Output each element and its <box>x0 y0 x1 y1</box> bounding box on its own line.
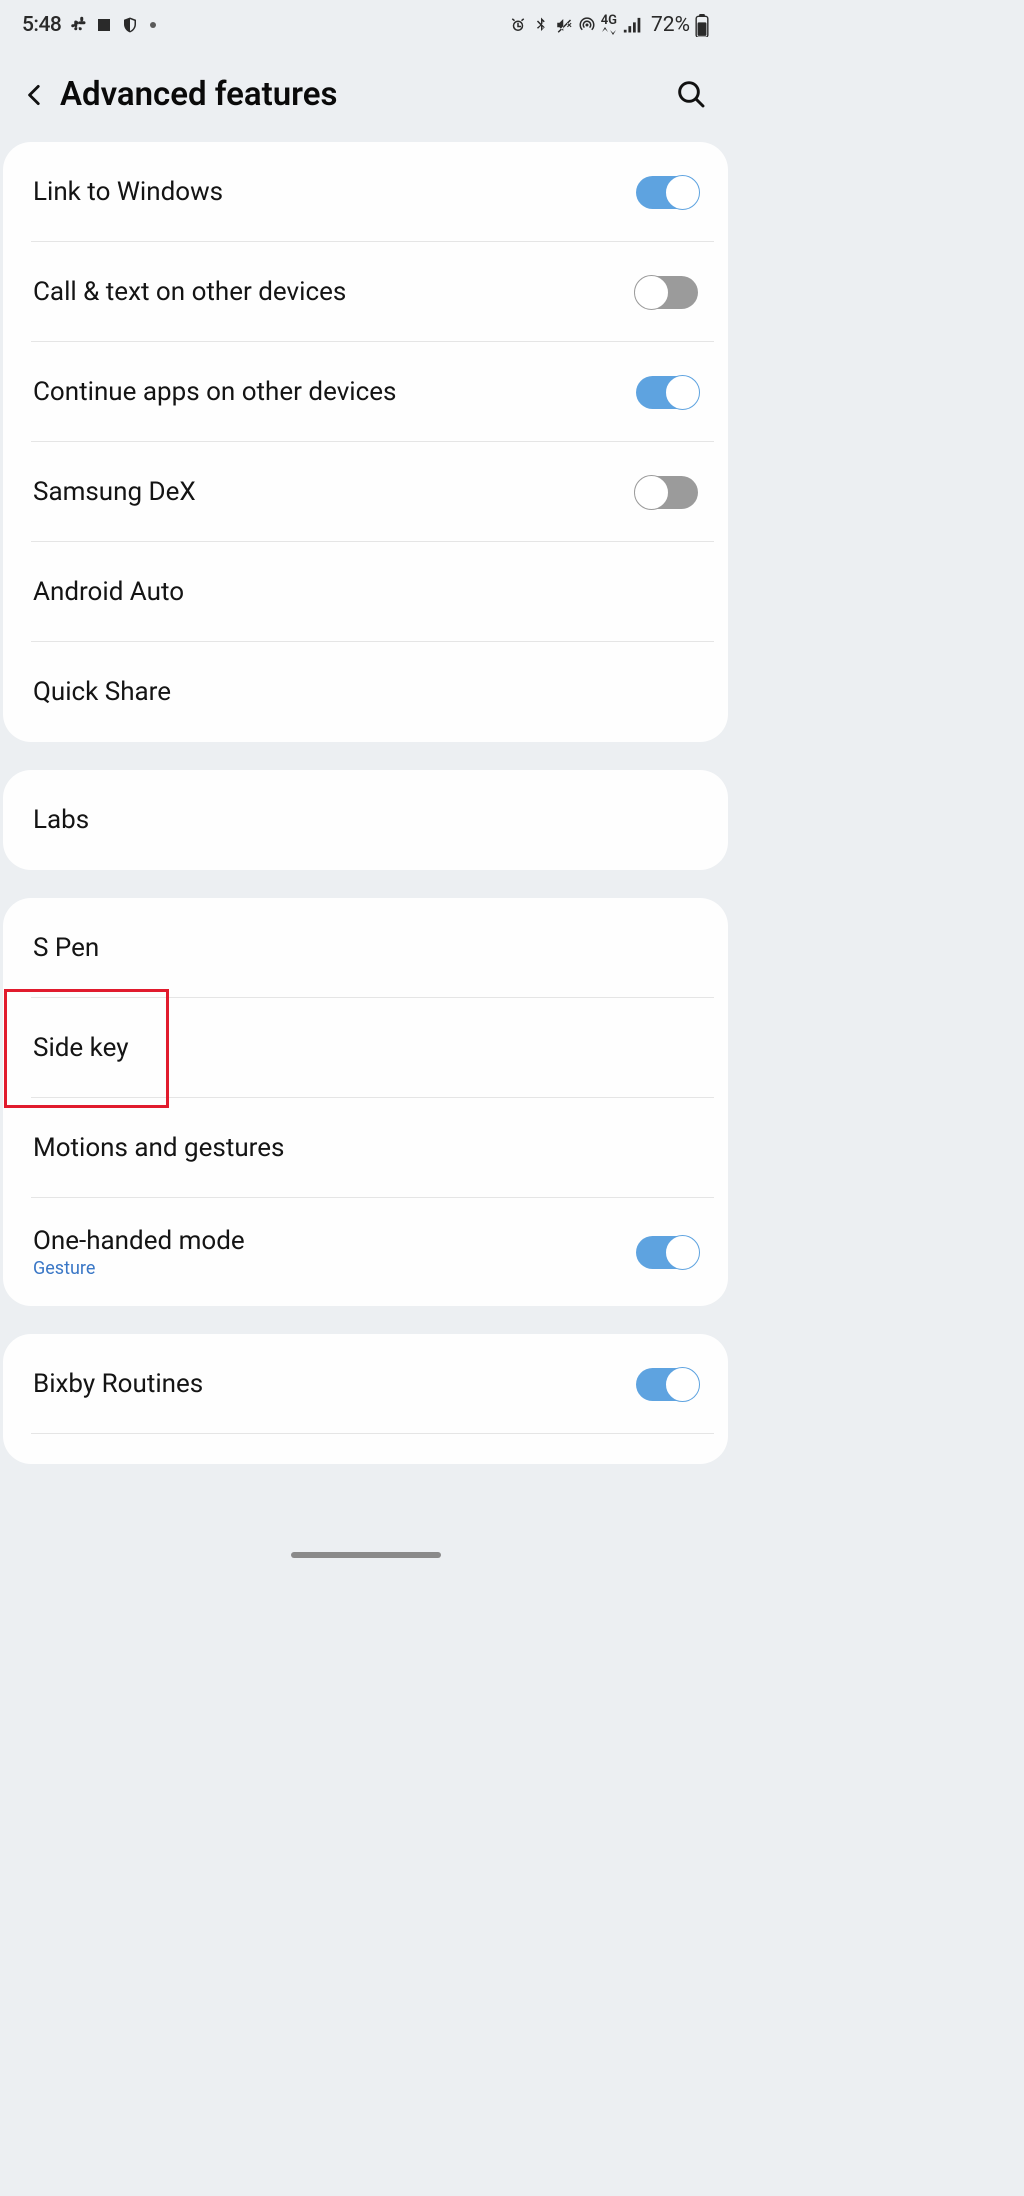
settings-group: Labs <box>3 770 728 870</box>
page-header: Advanced features <box>0 45 731 142</box>
setting-label: Bixby Routines <box>33 1369 203 1399</box>
toggle-switch[interactable] <box>636 1236 698 1269</box>
setting-samsung-dex[interactable]: Samsung DeX <box>3 442 728 542</box>
settings-group: Link to Windows Call & text on other dev… <box>3 142 728 742</box>
toggle-switch[interactable] <box>636 476 698 509</box>
toggle-switch[interactable] <box>636 376 698 409</box>
setting-side-key[interactable]: Side key <box>3 998 728 1098</box>
status-time: 5:48 <box>22 13 61 37</box>
setting-label: Side key <box>33 1033 129 1063</box>
mute-icon <box>555 16 573 34</box>
setting-android-auto[interactable]: Android Auto <box>3 542 728 642</box>
battery-icon <box>695 14 709 36</box>
setting-link-to-windows[interactable]: Link to Windows <box>3 142 728 242</box>
setting-sublabel: Gesture <box>33 1258 245 1279</box>
setting-quick-share[interactable]: Quick Share <box>3 642 728 742</box>
toggle-switch[interactable] <box>636 176 698 209</box>
image-icon <box>95 16 113 34</box>
setting-label: Android Auto <box>33 577 184 607</box>
setting-bixby-routines[interactable]: Bixby Routines <box>3 1334 728 1434</box>
signal-icon <box>622 16 644 34</box>
shield-icon <box>121 16 139 34</box>
status-left: 5:48 <box>22 13 159 37</box>
status-bar: 5:48 4G 72% <box>0 0 731 45</box>
settings-group: S Pen Side key Motions and gestures One-… <box>3 898 728 1306</box>
bluetooth-icon <box>532 16 550 34</box>
dot-separator <box>150 22 156 28</box>
toggle-switch[interactable] <box>636 276 698 309</box>
setting-labs[interactable]: Labs <box>3 770 728 870</box>
setting-label: Labs <box>33 805 89 835</box>
slack-icon <box>69 16 87 34</box>
toggle-switch[interactable] <box>636 1368 698 1401</box>
setting-s-pen[interactable]: S Pen <box>3 898 728 998</box>
status-right: 4G 72% <box>509 13 709 37</box>
network-type-icon: 4G <box>601 14 617 35</box>
setting-label: S Pen <box>33 933 99 963</box>
setting-label: Call & text on other devices <box>33 277 346 307</box>
setting-one-handed-mode[interactable]: One-handed mode Gesture <box>3 1198 728 1306</box>
setting-call-text-other-devices[interactable]: Call & text on other devices <box>3 242 728 342</box>
battery-percentage: 72% <box>651 13 690 37</box>
alarm-icon <box>509 16 527 34</box>
setting-motions-gestures[interactable]: Motions and gestures <box>3 1098 728 1198</box>
search-icon[interactable] <box>675 78 709 112</box>
page-title: Advanced features <box>60 75 675 114</box>
setting-label: One-handed mode <box>33 1226 245 1256</box>
setting-label: Samsung DeX <box>33 477 196 507</box>
hotspot-icon <box>578 16 596 34</box>
settings-group: Bixby Routines <box>3 1334 728 1464</box>
setting-label: Motions and gestures <box>33 1133 284 1163</box>
back-icon[interactable] <box>22 77 52 113</box>
nav-handle[interactable] <box>291 1552 441 1558</box>
setting-label: Link to Windows <box>33 177 223 207</box>
setting-label: Quick Share <box>33 677 171 707</box>
setting-continue-apps[interactable]: Continue apps on other devices <box>3 342 728 442</box>
setting-hidden-next[interactable] <box>3 1434 728 1464</box>
setting-label: Continue apps on other devices <box>33 377 396 407</box>
